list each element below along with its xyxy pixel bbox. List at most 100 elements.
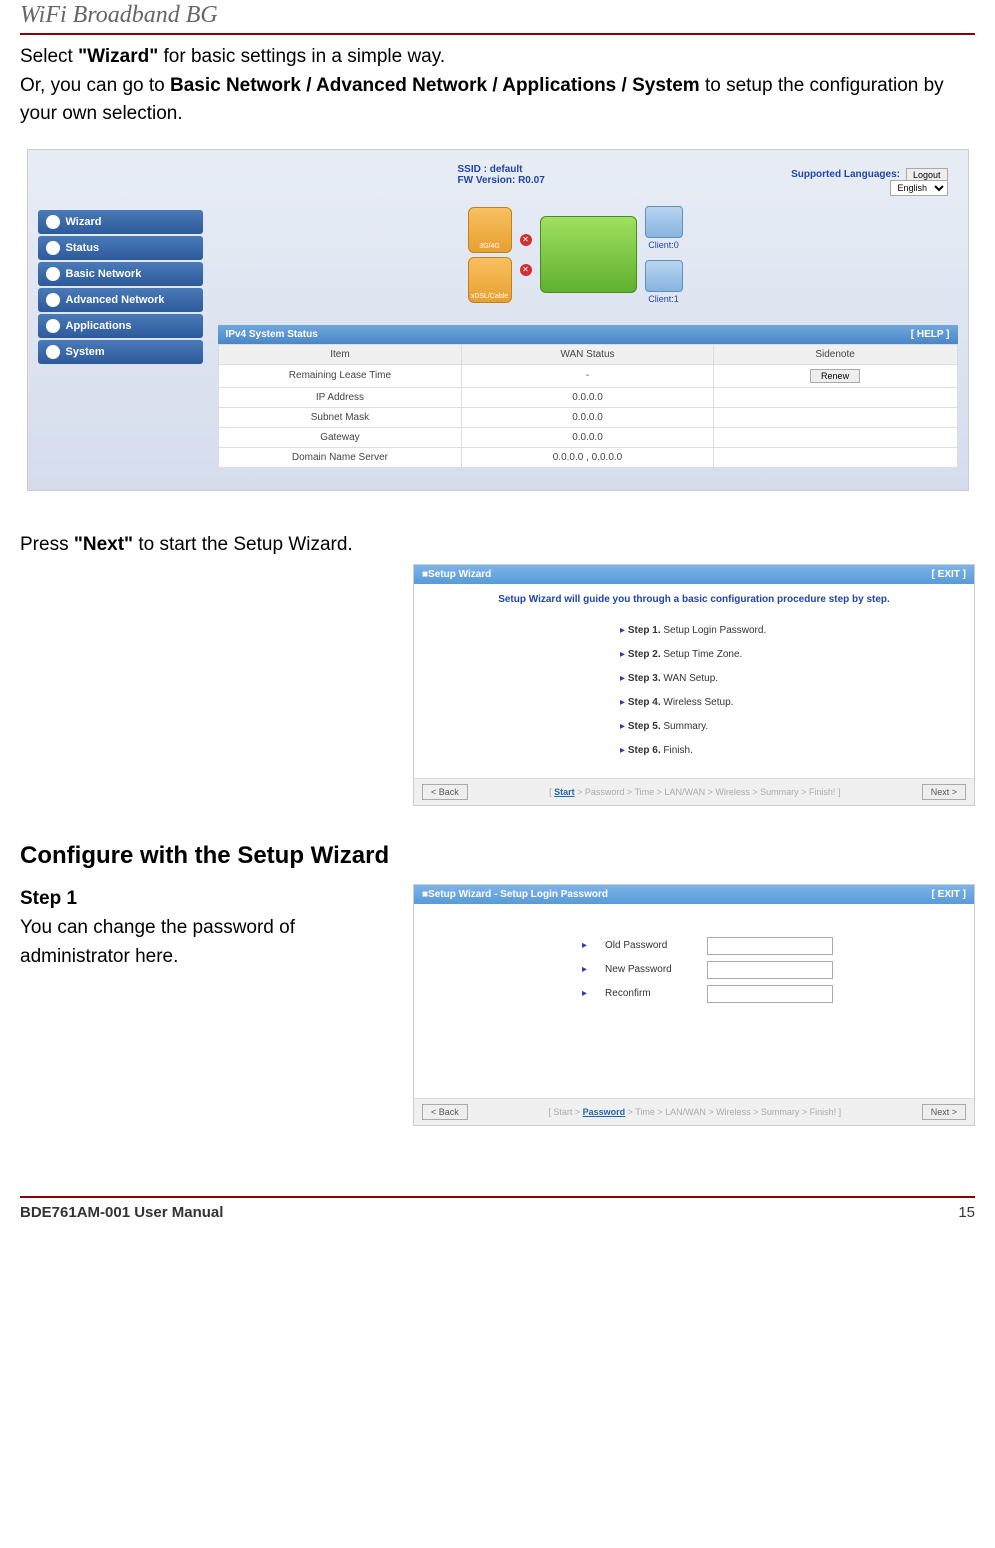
sidebar-item-label: Wizard — [66, 216, 102, 228]
panel-title: IPv4 System Status — [226, 329, 318, 340]
sidebar-item-label: Applications — [66, 320, 132, 332]
cell-wan: 0.0.0.0 — [462, 407, 713, 427]
status-screenshot: SSID : default FW Version: R0.07 Support… — [27, 149, 969, 491]
sidebar-item-system[interactable]: System — [38, 340, 203, 364]
mid-p1a: Press — [20, 534, 74, 555]
crumb-active: Start — [554, 787, 575, 797]
next-button[interactable]: Next > — [922, 1104, 966, 1120]
exit-link[interactable]: [ EXIT ] — [932, 569, 966, 580]
wizard-step: Step 3. WAN Setup. — [620, 667, 974, 691]
diag-3g4g-icon: 3G/4G — [468, 207, 512, 253]
x-icon: ✕ — [520, 264, 532, 276]
intro-p1b: "Wizard" — [78, 46, 158, 67]
reconfirm-label: Reconfirm — [605, 982, 695, 1006]
cell-side — [713, 427, 957, 447]
sidebar: Wizard Status Basic Network Advanced Net… — [38, 210, 203, 366]
wizard-password-screenshot: ■ Setup Wizard - Setup Login Password[ E… — [413, 884, 975, 1126]
sidebar-item-wizard[interactable]: Wizard — [38, 210, 203, 234]
crumb-active: Password — [583, 1107, 626, 1117]
cell-side — [713, 407, 957, 427]
ipv4-status-panel: IPv4 System Status [ HELP ] Item WAN Stat… — [218, 325, 958, 468]
old-password-input[interactable] — [707, 937, 833, 955]
mid-p1c: to start the Setup Wizard. — [133, 534, 353, 555]
next-button[interactable]: Next > — [922, 784, 966, 800]
wizard-step: Step 4. Wireless Setup. — [620, 691, 974, 715]
advanced-network-icon — [46, 293, 60, 307]
wired-client-icon — [645, 260, 683, 292]
supported-langs-label: Supported Languages: — [791, 169, 900, 180]
mid-p1b: "Next" — [74, 534, 133, 555]
page-number: 15 — [958, 1204, 975, 1221]
router-icon — [540, 216, 637, 293]
cell-wan: 0.0.0.0 — [462, 427, 713, 447]
wifi-client-icon — [645, 206, 683, 238]
footer-rule — [20, 1196, 975, 1198]
language-select[interactable]: English — [890, 180, 948, 196]
cell-item: Subnet Mask — [218, 407, 462, 427]
wizard-message: Setup Wizard will guide you through a ba… — [414, 584, 974, 619]
sidebar-item-applications[interactable]: Applications — [38, 314, 203, 338]
wizard-steps: Step 1. Setup Login Password. Step 2. Se… — [414, 619, 974, 763]
reconfirm-input[interactable] — [707, 985, 833, 1003]
table-row: Remaining Lease Time- Renew — [218, 364, 957, 387]
status-table: Item WAN Status Sidenote Remaining Lease… — [218, 344, 958, 468]
col-item: Item — [218, 344, 462, 364]
cell-wan: - — [462, 364, 713, 387]
status-icon — [46, 241, 60, 255]
renew-button[interactable]: Renew — [810, 369, 860, 383]
sidebar-item-label: Status — [66, 242, 100, 254]
exit-link[interactable]: [ EXIT ] — [932, 889, 966, 900]
x-icon: ✕ — [520, 234, 532, 246]
wizard-icon — [46, 215, 60, 229]
field-row: Old Password — [582, 934, 974, 958]
sidebar-item-label: Advanced Network — [66, 294, 165, 306]
fw-label: FW Version: — [458, 175, 516, 186]
breadcrumb: [ Start > Password > Time > LAN/WAN > Wi… — [478, 1107, 912, 1117]
network-diagram: 3G/4G xDSL/Cable ✕ ✕ Client:0 Client:1 — [468, 205, 748, 305]
wizard-step: Step 2. Setup Time Zone. — [620, 643, 974, 667]
help-link[interactable]: [ HELP ] — [911, 329, 950, 340]
step1-text: You can change the password of administr… — [20, 914, 393, 971]
col-sidenote: Sidenote — [713, 344, 957, 364]
system-icon — [46, 345, 60, 359]
wizard-password-title: Setup Wizard - Setup Login Password — [428, 889, 608, 900]
intro-p2: Or, you can go to Basic Network / Advanc… — [20, 72, 975, 129]
back-button[interactable]: < Back — [422, 784, 468, 800]
table-row: IP Address0.0.0.0 — [218, 387, 957, 407]
applications-icon — [46, 319, 60, 333]
sidebar-item-basic-network[interactable]: Basic Network — [38, 262, 203, 286]
table-row: Domain Name Server0.0.0.0 , 0.0.0.0 — [218, 447, 957, 467]
intro-p1: Select "Wizard" for basic settings in a … — [20, 43, 975, 72]
wizard-step: Step 6. Finish. — [620, 739, 974, 763]
table-row: Gateway0.0.0.0 — [218, 427, 957, 447]
intro-p2b: Basic Network / Advanced Network / Appli… — [170, 75, 700, 96]
sidebar-item-status[interactable]: Status — [38, 236, 203, 260]
col-wan: WAN Status — [462, 344, 713, 364]
cell-item: Remaining Lease Time — [218, 364, 462, 387]
field-row: Reconfirm — [582, 982, 974, 1006]
cell-wan: 0.0.0.0 , 0.0.0.0 — [462, 447, 713, 467]
ssid-value: default — [490, 164, 523, 175]
cell-side — [713, 387, 957, 407]
cell-item: Domain Name Server — [218, 447, 462, 467]
diag-xdsl-icon: xDSL/Cable — [468, 257, 512, 303]
doc-header-title: WiFi Broadband BG — [20, 0, 975, 33]
ssid-label: SSID : — [458, 164, 487, 175]
intro-p1a: Select — [20, 46, 78, 67]
table-row: Subnet Mask0.0.0.0 — [218, 407, 957, 427]
step1-heading: Step 1 — [20, 888, 393, 914]
wizard-start-screenshot: ■ Setup Wizard[ EXIT ] Setup Wizard will… — [413, 564, 975, 806]
client0-label: Client:0 — [648, 240, 679, 250]
new-password-input[interactable] — [707, 961, 833, 979]
new-password-label: New Password — [605, 958, 695, 982]
wizard-step: Step 1. Setup Login Password. — [620, 619, 974, 643]
back-button[interactable]: < Back — [422, 1104, 468, 1120]
intro-p1c: for basic settings in a simple way. — [158, 46, 445, 67]
fw-value: R0.07 — [518, 175, 545, 186]
client1-label: Client:1 — [648, 294, 679, 304]
mid-p1: Press "Next" to start the Setup Wizard. — [20, 511, 975, 560]
old-password-label: Old Password — [605, 934, 695, 958]
footer-left: BDE761AM-001 User Manual — [20, 1204, 223, 1221]
sidebar-item-advanced-network[interactable]: Advanced Network — [38, 288, 203, 312]
breadcrumb: [ Start > Password > Time > LAN/WAN > Wi… — [478, 787, 912, 797]
